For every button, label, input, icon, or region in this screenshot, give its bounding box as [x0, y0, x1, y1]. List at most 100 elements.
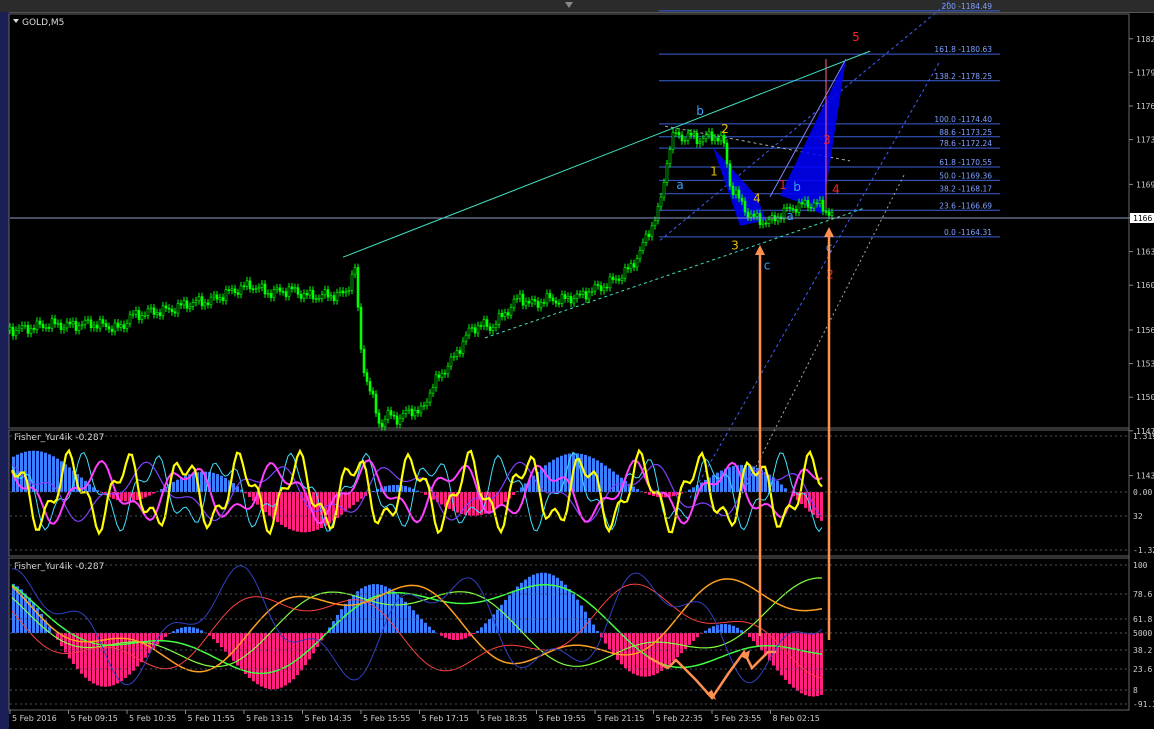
ind1-hist-bar	[776, 480, 779, 492]
ind2-hist-bar	[72, 633, 75, 665]
ind1-hist-bar	[396, 484, 399, 492]
wave-label-10: 4	[832, 182, 840, 196]
ind2-hist-bar	[668, 633, 671, 665]
candle-body	[242, 285, 246, 288]
candle-body	[152, 307, 156, 315]
ind2-axis-label-6: 8	[1133, 686, 1138, 695]
ind1-hist-bar	[372, 491, 375, 492]
ind2-hist-bar	[380, 584, 383, 633]
candle-body	[74, 321, 78, 331]
candle-body	[668, 149, 672, 165]
candle-body	[404, 409, 408, 414]
ind2-hist-bar	[592, 624, 595, 633]
candle-body	[560, 294, 564, 304]
candle-body	[41, 323, 45, 328]
wave-label-7: b	[793, 180, 801, 194]
candle-body	[569, 296, 573, 304]
candle-body	[626, 267, 630, 270]
candle-body	[323, 289, 327, 296]
ind1-hist-bar	[64, 464, 67, 492]
ind2-hist-bar	[196, 628, 199, 633]
ind2-hist-bar	[576, 599, 579, 633]
candle-body	[209, 296, 213, 305]
price-tick-label-5: 1169	[1136, 180, 1154, 189]
candle-body	[431, 387, 435, 394]
wave-label-0: a	[676, 178, 683, 192]
ind2-hist-bar	[472, 633, 475, 634]
ind2-hist-bar	[536, 573, 539, 633]
candle-body	[299, 293, 303, 299]
candle-body	[239, 285, 243, 295]
ind1-hist-bar	[264, 492, 267, 513]
candle-body	[263, 283, 267, 295]
ind1-hist-bar	[704, 479, 707, 492]
indicator1-axis: 1.319 0.00 32 -1.32	[10, 432, 1154, 555]
candle-body	[395, 415, 399, 425]
candle-body	[116, 322, 120, 328]
ind2-hist-bar	[104, 633, 107, 687]
ind1-hist-bar	[392, 484, 395, 492]
candle-body	[401, 413, 405, 419]
candle-body	[329, 295, 333, 298]
panel-menu-icon[interactable]	[13, 19, 19, 23]
candle-body	[464, 334, 468, 342]
ind2-hist-bar	[692, 633, 695, 641]
candle-body	[434, 374, 438, 388]
candle-body	[107, 326, 111, 330]
candle-body	[212, 294, 216, 298]
ind1-hist-bar	[16, 454, 19, 492]
candle-body	[23, 324, 27, 327]
fib-label-10: 0.0 -1164.31	[944, 228, 992, 237]
candle-body	[296, 287, 300, 295]
ind1-hist-bar	[500, 492, 503, 506]
candle-body	[326, 289, 330, 298]
ind1-hist-bar	[580, 453, 583, 492]
candle-body	[764, 222, 768, 225]
ind2-hist-bar	[348, 599, 351, 633]
ind2-axis-label-2: 61.8	[1133, 615, 1152, 624]
candle-body	[797, 202, 801, 213]
ind2-hist-bar	[776, 633, 779, 671]
candle-body	[440, 372, 444, 378]
ind2-hist-bar	[140, 633, 143, 663]
ind2-hist-bar	[432, 630, 435, 633]
ind2-axis-label-5: 23.6	[1133, 665, 1152, 674]
wave-label-6: 1	[779, 178, 787, 192]
candle-body	[647, 233, 651, 237]
candle-body	[536, 300, 540, 308]
candle-body	[587, 291, 591, 300]
ind1-hist-bar	[520, 487, 523, 492]
candle-body	[515, 297, 519, 300]
candle-body	[635, 258, 639, 268]
ind1-hist-bar	[172, 481, 175, 492]
ind2-hist-bar	[12, 583, 15, 633]
ind2-hist-bar	[736, 627, 739, 633]
candle-body	[191, 302, 195, 307]
candle-body	[644, 233, 648, 243]
ind2-hist-bar	[424, 622, 427, 633]
candle-body	[77, 325, 81, 331]
ind1-hist-bar	[564, 454, 567, 492]
candle-body	[68, 321, 72, 325]
ind1-hist-bar	[56, 458, 59, 492]
ind2-hist-bar	[732, 625, 735, 633]
candle-body	[335, 292, 339, 301]
candle-body	[14, 329, 18, 337]
candle-body	[317, 298, 321, 300]
price-chart[interactable]: GOLD,M5 200 -1184.49161.8 -1180.63138.2 …	[0, 0, 1154, 729]
ind1-hist-bar	[216, 474, 219, 492]
time-tick-label-10: 5 Feb 21:15	[597, 714, 644, 723]
candle-body	[206, 302, 210, 305]
ind2-hist-bar	[756, 633, 759, 646]
indicator1-label: Fisher_Yur4ik -0.287	[14, 433, 104, 443]
ind1-axis-label-0: 1.319	[1133, 432, 1154, 441]
ind1-hist-bar	[248, 492, 251, 497]
ind2-hist-bar	[120, 633, 123, 682]
ind1-hist-bar	[200, 471, 203, 492]
candle-body	[29, 328, 33, 334]
candle-body	[767, 219, 771, 224]
ind2-hist-bar	[808, 633, 811, 697]
candle-body	[785, 207, 789, 209]
ind1-hist-bar	[544, 465, 547, 492]
candle-body	[257, 286, 261, 290]
